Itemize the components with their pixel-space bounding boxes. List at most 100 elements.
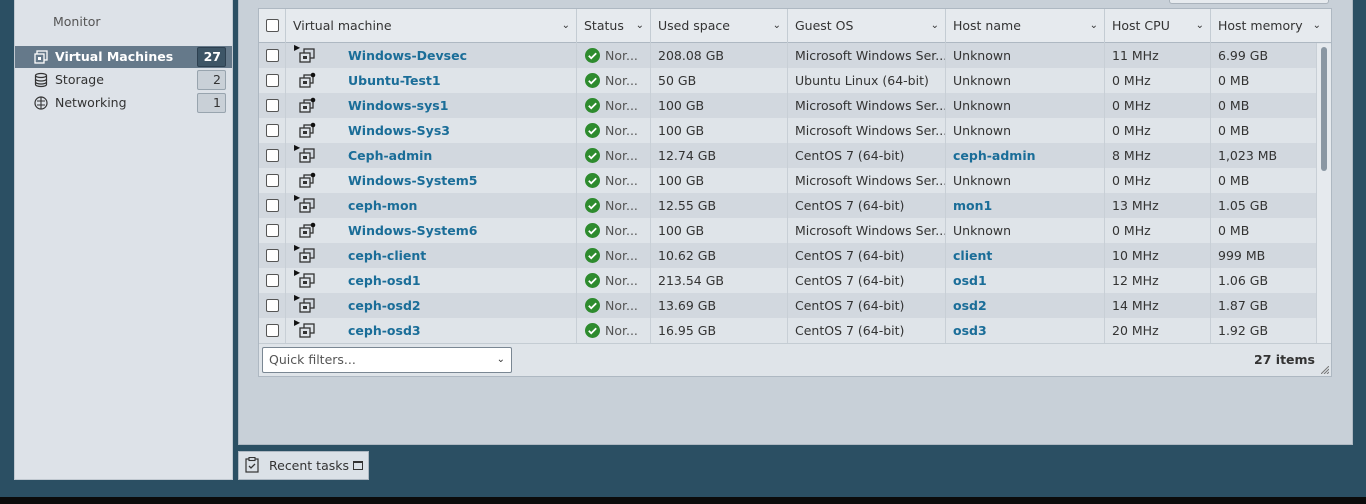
table-row[interactable]: Ubuntu-Test1 Nor... 50 GB Ubuntu Linux (64-…	[259, 68, 1317, 93]
used-cell: 13.69 GB	[651, 293, 788, 318]
column-header-host-name[interactable]: Host name ⌄	[946, 9, 1105, 43]
select-all-checkbox[interactable]	[266, 19, 279, 32]
row-select-cell	[259, 143, 286, 168]
vm-name-link[interactable]: Ceph-admin	[348, 148, 432, 163]
vm-name-cell: Windows-System6	[286, 218, 577, 243]
vm-name-link[interactable]: Windows-Devsec	[348, 48, 467, 63]
row-checkbox[interactable]	[266, 324, 279, 337]
table-row[interactable]: Windows-Sys3 Nor... 100 GB Microsoft Window…	[259, 118, 1317, 143]
sidebar-item-label: Virtual Machines	[55, 49, 174, 64]
network-icon	[33, 95, 49, 111]
chevron-down-icon[interactable]: ⌄	[1313, 9, 1321, 43]
row-checkbox[interactable]	[266, 49, 279, 62]
status-text: Nor...	[605, 98, 638, 113]
host-name-link[interactable]: client	[953, 248, 992, 263]
host-name-link[interactable]: mon1	[953, 198, 992, 213]
vm-name-cell: ▶ ceph-mon	[286, 193, 577, 218]
chevron-down-icon[interactable]: ⌄	[1090, 9, 1098, 43]
status-cell: Nor...	[577, 143, 651, 168]
expand-caret-icon[interactable]: ▶	[294, 143, 300, 160]
chevron-down-icon[interactable]: ⌄	[773, 9, 781, 43]
vm-name-link[interactable]: Ubuntu-Test1	[348, 73, 441, 88]
table-row[interactable]: Windows-System6 Nor... 100 GB Microsoft Win…	[259, 218, 1317, 243]
vm-name-link[interactable]: Windows-System5	[348, 173, 477, 188]
sidebar-item-networking[interactable]: Networking 1	[15, 92, 232, 114]
vm-name-link[interactable]: ceph-mon	[348, 198, 417, 213]
host-name-link[interactable]: osd1	[953, 273, 987, 288]
clipboard-check-icon	[245, 457, 259, 473]
row-checkbox[interactable]	[266, 224, 279, 237]
expand-caret-icon[interactable]: ▶	[294, 268, 300, 285]
cpu-cell: 10 MHz	[1105, 243, 1211, 268]
host-name-link[interactable]: osd2	[953, 298, 987, 313]
host-name-link[interactable]: osd3	[953, 323, 987, 338]
host-cell: Unknown	[946, 168, 1105, 193]
row-checkbox[interactable]	[266, 299, 279, 312]
chevron-down-icon[interactable]: ⌄	[636, 9, 644, 43]
sidebar-item-storage[interactable]: Storage 2	[15, 69, 232, 91]
os-cell: CentOS 7 (64-bit)	[788, 143, 946, 168]
expand-caret-icon[interactable]: ▶	[294, 43, 300, 60]
sidebar-item-monitor[interactable]: Monitor	[53, 14, 101, 29]
row-checkbox[interactable]	[266, 124, 279, 137]
status-ok-icon	[585, 148, 600, 163]
table-row[interactable]: ▶ Windows-Devsec Nor... 208.08 GB Microsoft …	[259, 43, 1317, 68]
vm-name-link[interactable]: Windows-Sys3	[348, 123, 450, 138]
vm-name-link[interactable]: ceph-osd1	[348, 273, 421, 288]
column-header-host-memory[interactable]: Host memory ⌄	[1211, 9, 1331, 43]
status-text: Nor...	[605, 48, 638, 63]
vm-name-cell: ▶ ceph-client	[286, 243, 577, 268]
host-name-link[interactable]: ceph-admin	[953, 148, 1036, 163]
vm-name-link[interactable]: ceph-osd3	[348, 323, 421, 338]
status-text: Nor...	[605, 273, 638, 288]
status-cell: Nor...	[577, 168, 651, 193]
row-checkbox[interactable]	[266, 249, 279, 262]
expand-caret-icon[interactable]: ▶	[294, 193, 300, 210]
vm-name-link[interactable]: ceph-osd2	[348, 298, 421, 313]
row-checkbox[interactable]	[266, 174, 279, 187]
chevron-down-icon[interactable]: ⌄	[931, 9, 939, 43]
row-checkbox[interactable]	[266, 199, 279, 212]
table-row[interactable]: ▶ ceph-osd3 Nor... 16.95 GB CentOS 7 (64-bit…	[259, 318, 1317, 343]
row-checkbox[interactable]	[266, 274, 279, 287]
vertical-scrollbar[interactable]	[1317, 44, 1331, 343]
column-header-used-space[interactable]: Used space ⌄	[651, 9, 788, 43]
chevron-down-icon[interactable]: ⌄	[562, 9, 570, 43]
cpu-value: 13 MHz	[1112, 198, 1159, 213]
table-row[interactable]: ▶ ceph-osd2 Nor... 13.69 GB CentOS 7 (64-bit…	[259, 293, 1317, 318]
expand-caret-icon[interactable]: ▶	[294, 293, 300, 310]
table-row[interactable]: ▶ ceph-client Nor... 10.62 GB CentOS 7 (64-b…	[259, 243, 1317, 268]
recent-tasks-button[interactable]: Recent tasks	[238, 451, 369, 480]
vm-icon	[298, 172, 316, 189]
os-value: Microsoft Windows Ser...	[795, 173, 946, 188]
table-row[interactable]: Windows-sys1 Nor... 100 GB Microsoft Window…	[259, 93, 1317, 118]
column-header-host-cpu[interactable]: Host CPU ⌄	[1105, 9, 1211, 43]
row-checkbox[interactable]	[266, 74, 279, 87]
used-value: 100 GB	[658, 123, 705, 138]
row-checkbox[interactable]	[266, 149, 279, 162]
resize-handle-icon[interactable]	[1321, 366, 1329, 374]
table-row[interactable]: Windows-System5 Nor... 100 GB Microsoft Win…	[259, 168, 1317, 193]
column-header-status[interactable]: Status ⌄	[577, 9, 651, 43]
os-cell: CentOS 7 (64-bit)	[788, 318, 946, 343]
column-header-guest-os[interactable]: Guest OS ⌄	[788, 9, 946, 43]
vm-name-link[interactable]: Windows-System6	[348, 223, 477, 238]
scrollbar-thumb[interactable]	[1321, 47, 1327, 171]
column-header-vm[interactable]: Virtual machine ⌄	[286, 9, 577, 43]
host-value: Unknown	[953, 48, 1012, 63]
table-row[interactable]: ▶ ceph-osd1 Nor... 213.54 GB CentOS 7 (64-bi…	[259, 268, 1317, 293]
expand-caret-icon[interactable]: ▶	[294, 318, 300, 335]
row-checkbox[interactable]	[266, 99, 279, 112]
chevron-down-icon[interactable]: ⌄	[1196, 9, 1204, 43]
used-cell: 100 GB	[651, 93, 788, 118]
quick-filters-select[interactable]: Quick filters... ⌄	[262, 347, 512, 373]
table-row[interactable]: ▶ Ceph-admin Nor... 12.74 GB CentOS 7 (64-bi…	[259, 143, 1317, 168]
vm-name-link[interactable]: Windows-sys1	[348, 98, 448, 113]
cpu-cell: 0 MHz	[1105, 68, 1211, 93]
maximize-icon[interactable]	[353, 461, 363, 470]
sidebar-item-virtual-machines[interactable]: Virtual Machines 27	[15, 46, 232, 68]
os-value: CentOS 7 (64-bit)	[795, 148, 905, 163]
vm-name-link[interactable]: ceph-client	[348, 248, 426, 263]
expand-caret-icon[interactable]: ▶	[294, 243, 300, 260]
table-row[interactable]: ▶ ceph-mon Nor... 12.55 GB CentOS 7 (64-bit)…	[259, 193, 1317, 218]
